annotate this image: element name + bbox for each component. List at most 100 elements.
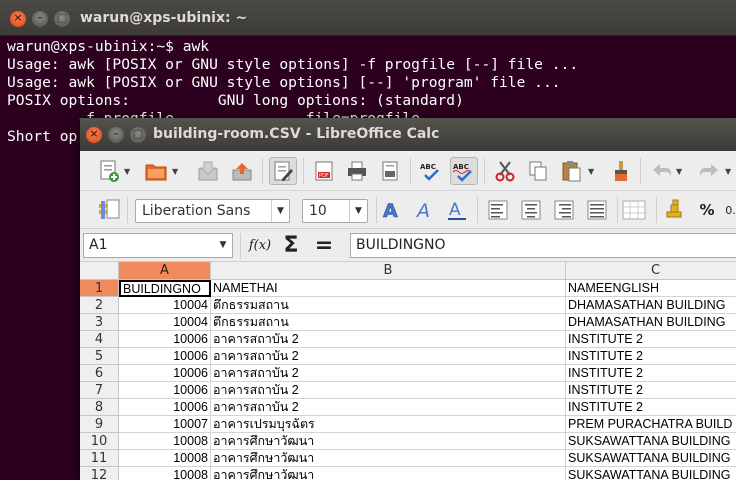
paste-dropdown-arrow[interactable]: ▼: [588, 167, 594, 176]
cell-c7[interactable]: INSTITUTE 2: [566, 382, 736, 399]
print-preview-button[interactable]: [376, 157, 404, 185]
number-format-button[interactable]: 0.0: [720, 196, 736, 224]
currency-button[interactable]: [660, 196, 688, 224]
copy-button[interactable]: [524, 157, 552, 185]
redo-dropdown-arrow[interactable]: ▼: [725, 167, 731, 176]
cell-a5[interactable]: 10006: [119, 348, 211, 365]
styles-button[interactable]: [95, 196, 123, 224]
cell-b4[interactable]: อาคารสถาบัน 2: [211, 331, 566, 348]
new-dropdown-arrow[interactable]: ▼: [124, 167, 130, 176]
cell-c2[interactable]: DHAMASATHAN BUILDING: [566, 297, 736, 314]
row-header[interactable]: 7: [80, 382, 119, 399]
function-wizard-button[interactable]: f(x): [246, 233, 274, 258]
row-header[interactable]: 6: [80, 365, 119, 382]
spellcheck-button[interactable]: ABC: [417, 157, 445, 185]
undo-button[interactable]: [647, 157, 675, 185]
cell-c1[interactable]: NAMEENGLISH: [566, 280, 736, 297]
export-button[interactable]: [228, 157, 256, 185]
paste-button[interactable]: [557, 157, 585, 185]
cell-a10[interactable]: 10008: [119, 433, 211, 450]
cell-c4[interactable]: INSTITUTE 2: [566, 331, 736, 348]
column-header-c[interactable]: C: [566, 262, 736, 280]
formula-button[interactable]: =: [311, 233, 337, 258]
column-header-b[interactable]: B: [211, 262, 566, 280]
cell-c11[interactable]: SUKSAWATTANA BUILDING: [566, 450, 736, 467]
formula-input[interactable]: BUILDINGNO: [350, 233, 736, 258]
cell-b8[interactable]: อาคารสถาบัน 2: [211, 399, 566, 416]
row-header[interactable]: 9: [80, 416, 119, 433]
cell-a8[interactable]: 10006: [119, 399, 211, 416]
align-left-button[interactable]: [484, 196, 512, 224]
cell-b1[interactable]: NAMETHAI: [211, 280, 566, 297]
row-header[interactable]: 10: [80, 433, 119, 450]
row-header[interactable]: 1: [80, 280, 119, 297]
cell-c10[interactable]: SUKSAWATTANA BUILDING: [566, 433, 736, 450]
cell-a2[interactable]: 10004: [119, 297, 211, 314]
row-header[interactable]: 3: [80, 314, 119, 331]
name-box[interactable]: A1 ▼: [83, 233, 233, 258]
save-button[interactable]: [194, 157, 222, 185]
row-header[interactable]: 4: [80, 331, 119, 348]
cell-c8[interactable]: INSTITUTE 2: [566, 399, 736, 416]
merge-cells-button[interactable]: [620, 196, 648, 224]
cell-b11[interactable]: อาคารศึกษาวัฒนา: [211, 450, 566, 467]
row-header[interactable]: 2: [80, 297, 119, 314]
calc-close-button[interactable]: ×: [86, 127, 102, 143]
column-header-a[interactable]: A: [119, 262, 211, 280]
cell-b9[interactable]: อาคารเปรมบุรฉัตร: [211, 416, 566, 433]
spreadsheet-grid[interactable]: A B C 1 BUILDINGNO NAMETHAI NAMEENGLISH 2 100…: [80, 262, 736, 480]
new-document-button[interactable]: [95, 157, 123, 185]
cell-b10[interactable]: อาคารศึกษาวัฒนา: [211, 433, 566, 450]
row-header[interactable]: 8: [80, 399, 119, 416]
chevron-down-icon[interactable]: ▼: [349, 200, 367, 222]
align-center-button[interactable]: [517, 196, 545, 224]
terminal-maximize-button[interactable]: □: [54, 11, 70, 27]
cell-a4[interactable]: 10006: [119, 331, 211, 348]
font-name-combo[interactable]: Liberation Sans ▼: [135, 199, 290, 223]
cell-c3[interactable]: DHAMASATHAN BUILDING: [566, 314, 736, 331]
clone-formatting-button[interactable]: [607, 157, 635, 185]
row-header[interactable]: 12: [80, 467, 119, 480]
cell-c5[interactable]: INSTITUTE 2: [566, 348, 736, 365]
print-button[interactable]: [343, 157, 371, 185]
undo-dropdown-arrow[interactable]: ▼: [676, 167, 682, 176]
cell-b5[interactable]: อาคารสถาบัน 2: [211, 348, 566, 365]
justify-button[interactable]: [583, 196, 611, 224]
cell-a11[interactable]: 10008: [119, 450, 211, 467]
cell-a7[interactable]: 10006: [119, 382, 211, 399]
calc-titlebar[interactable]: × – □ building-room.CSV - LibreOffice Ca…: [80, 118, 736, 151]
cell-b2[interactable]: ตึกธรรมสถาน: [211, 297, 566, 314]
calc-window[interactable]: × – □ building-room.CSV - LibreOffice Ca…: [80, 118, 736, 480]
redo-button[interactable]: [696, 157, 724, 185]
row-header[interactable]: 5: [80, 348, 119, 365]
cell-a1[interactable]: BUILDINGNO: [119, 280, 211, 297]
cut-button[interactable]: [491, 157, 519, 185]
cell-c12[interactable]: SUKSAWATTANA BUILDING: [566, 467, 736, 480]
chevron-down-icon[interactable]: ▼: [214, 234, 232, 257]
row-header[interactable]: 11: [80, 450, 119, 467]
cell-b6[interactable]: อาคารสถาบัน 2: [211, 365, 566, 382]
cell-a3[interactable]: 10004: [119, 314, 211, 331]
cell-a6[interactable]: 10006: [119, 365, 211, 382]
italic-button[interactable]: A: [411, 196, 439, 224]
sum-button[interactable]: Σ: [278, 233, 304, 258]
terminal-titlebar[interactable]: × – □ warun@xps-ubinix: ~: [0, 0, 736, 36]
calc-maximize-button[interactable]: □: [130, 127, 146, 143]
cell-a9[interactable]: 10007: [119, 416, 211, 433]
open-dropdown-arrow[interactable]: ▼: [172, 167, 178, 176]
percent-button[interactable]: %: [693, 196, 721, 224]
edit-file-button[interactable]: [269, 157, 297, 185]
terminal-close-button[interactable]: ×: [10, 11, 26, 27]
bold-button[interactable]: A: [378, 196, 406, 224]
chevron-down-icon[interactable]: ▼: [271, 200, 289, 222]
cell-b12[interactable]: อาคารศึกษาวัฒนา: [211, 467, 566, 480]
open-button[interactable]: [142, 157, 170, 185]
calc-minimize-button[interactable]: –: [108, 127, 124, 143]
cell-b3[interactable]: ตึกธรรมสถาน: [211, 314, 566, 331]
terminal-minimize-button[interactable]: –: [32, 11, 48, 27]
select-all-corner[interactable]: [80, 262, 119, 280]
export-pdf-button[interactable]: PDF: [310, 157, 338, 185]
cell-a12[interactable]: 10008: [119, 467, 211, 480]
cell-c6[interactable]: INSTITUTE 2: [566, 365, 736, 382]
align-right-button[interactable]: [550, 196, 578, 224]
